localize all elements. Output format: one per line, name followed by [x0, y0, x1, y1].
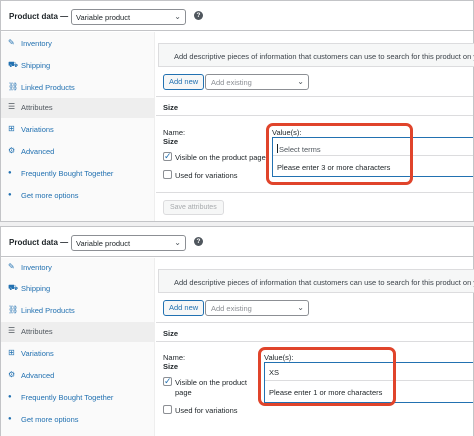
- panel-title: Product data —: [9, 238, 69, 247]
- tab-label: Inventory: [21, 263, 52, 272]
- highlight-annotation: [266, 123, 413, 185]
- tab-label: Inventory: [21, 39, 52, 48]
- name-label: Name:: [163, 128, 186, 137]
- name-value: Size: [163, 137, 179, 146]
- add-existing-placeholder: Add existing: [211, 304, 252, 313]
- tab-shipping[interactable]: ⛟ Shipping: [1, 56, 155, 76]
- tab-variations[interactable]: ⊞ Variations: [1, 120, 155, 140]
- add-existing-select[interactable]: Add existing ⌄: [205, 300, 309, 316]
- tab-attributes[interactable]: ☰ Attributes: [1, 322, 155, 342]
- tab-label: Shipping: [21, 284, 51, 293]
- chevron-down-icon: ⌄: [297, 77, 304, 86]
- tab-label: Advanced: [21, 147, 55, 156]
- tab-linked-products[interactable]: ⛓ Linked Products: [1, 78, 155, 98]
- info-notice: Add descriptive pieces of information th…: [158, 43, 474, 67]
- gear-icon: ⚙: [8, 370, 16, 379]
- highlight-annotation: [258, 347, 396, 406]
- visible-checkbox[interactable]: [163, 151, 172, 162]
- tab-inventory[interactable]: ✎ Inventory: [1, 258, 155, 278]
- tab-shipping[interactable]: ⛟ Shipping: [1, 279, 155, 299]
- variations-label: Used for variations: [175, 406, 238, 415]
- name-label: Name:: [163, 353, 186, 362]
- truck-icon: ⛟: [8, 60, 19, 69]
- visible-label-line1: Visible on the product: [175, 378, 247, 387]
- add-new-button[interactable]: Add new: [163, 74, 205, 90]
- info-text: Add descriptive pieces of information th…: [174, 52, 474, 61]
- tab-linked-products[interactable]: ⛓ Linked Products: [1, 301, 155, 321]
- plugin-icon: ●: [8, 170, 12, 176]
- tab-label: Shipping: [21, 61, 51, 70]
- wrench-icon: ✎: [8, 262, 15, 271]
- visible-label-line2: page: [175, 388, 192, 397]
- info-text: Add descriptive pieces of information th…: [174, 278, 474, 287]
- tab-advanced[interactable]: ⚙ Advanced: [1, 142, 155, 162]
- link-icon: ⛓: [8, 82, 19, 91]
- product-data-header: Product data — Variable product ⌄ ?: [1, 227, 473, 257]
- plugin-icon: ●: [8, 416, 12, 422]
- tab-label: Frequently Bought Together: [21, 393, 114, 402]
- plugin-icon: ●: [8, 192, 12, 198]
- tab-label: Attributes: [21, 327, 53, 336]
- tab-label: Linked Products: [21, 83, 75, 92]
- product-type-select[interactable]: Variable product ⌄: [71, 235, 186, 251]
- product-data-panel-1: Product data — Variable product ⌄ ? ✎ Inv…: [0, 0, 474, 222]
- tab-label: Get more options: [21, 191, 79, 200]
- tab-label: Frequently Bought Together: [21, 169, 114, 178]
- product-type-value: Variable product: [76, 239, 131, 248]
- attribute-title: Size: [163, 103, 179, 112]
- link-icon: ⛓: [8, 305, 19, 314]
- info-notice: Add descriptive pieces of information th…: [158, 269, 474, 293]
- tab-label: Variations: [21, 125, 54, 134]
- help-icon[interactable]: ?: [194, 237, 203, 246]
- tab-label: Variations: [21, 349, 54, 358]
- chevron-down-icon: ⌄: [174, 238, 181, 247]
- divider: [156, 192, 473, 193]
- product-data-panel-2: Product data — Variable product ⌄ ? ✎ Inv…: [0, 226, 474, 436]
- chevron-down-icon: ⌄: [174, 12, 181, 21]
- wrench-icon: ✎: [8, 38, 15, 47]
- product-type-value: Variable product: [76, 13, 131, 22]
- plugin-icon: ●: [8, 394, 12, 400]
- add-new-button[interactable]: Add new: [163, 300, 205, 316]
- tab-label: Advanced: [21, 371, 55, 380]
- name-value: Size: [163, 362, 179, 371]
- grid-icon: ⊞: [8, 124, 15, 133]
- add-existing-placeholder: Add existing: [211, 78, 252, 87]
- save-attributes-button[interactable]: Save attributes: [163, 200, 224, 215]
- product-type-select[interactable]: Variable product ⌄: [71, 9, 186, 25]
- visible-checkbox[interactable]: [163, 376, 172, 387]
- visible-label: Visible on the product page: [175, 153, 266, 162]
- tab-get-more-options[interactable]: ● Get more options: [1, 410, 155, 430]
- tab-frequently-bought-together[interactable]: ● Frequently Bought Together: [1, 388, 155, 408]
- chevron-down-icon: ⌄: [297, 303, 304, 312]
- used-for-variations-checkbox[interactable]: [163, 405, 172, 414]
- list-icon: ☰: [8, 326, 16, 335]
- tab-advanced[interactable]: ⚙ Advanced: [1, 366, 155, 386]
- attributes-panel: Add descriptive pieces of information th…: [156, 258, 474, 436]
- tab-label: Linked Products: [21, 306, 75, 315]
- panel-title: Product data —: [9, 12, 69, 21]
- help-icon[interactable]: ?: [194, 11, 203, 20]
- used-for-variations-checkbox[interactable]: [163, 170, 172, 179]
- truck-icon: ⛟: [8, 283, 19, 292]
- tab-label: Get more options: [21, 415, 79, 424]
- product-data-header: Product data — Variable product ⌄ ?: [1, 1, 473, 31]
- attribute-title: Size: [163, 329, 179, 338]
- add-existing-select[interactable]: Add existing ⌄: [205, 74, 309, 90]
- product-data-tabs: ✎ Inventory ⛟ Shipping ⛓ Linked Products ☰ A…: [1, 258, 155, 436]
- product-data-tabs: ✎ Inventory ⛟ Shipping ⛓ Linked Products ☰ A…: [1, 32, 155, 221]
- tab-variations[interactable]: ⊞ Variations: [1, 344, 155, 364]
- tab-get-more-options[interactable]: ● Get more options: [1, 186, 155, 206]
- attribute-header[interactable]: Size: [156, 96, 473, 116]
- grid-icon: ⊞: [8, 348, 15, 357]
- list-icon: ☰: [8, 102, 16, 111]
- tab-inventory[interactable]: ✎ Inventory: [1, 34, 155, 54]
- gear-icon: ⚙: [8, 146, 16, 155]
- attribute-header[interactable]: Size: [156, 322, 473, 342]
- tab-frequently-bought-together[interactable]: ● Frequently Bought Together: [1, 164, 155, 184]
- tab-attributes[interactable]: ☰ Attributes: [1, 98, 155, 118]
- tab-label: Attributes: [21, 103, 53, 112]
- variations-label: Used for variations: [175, 171, 238, 180]
- attributes-panel: Add descriptive pieces of information th…: [156, 32, 474, 221]
